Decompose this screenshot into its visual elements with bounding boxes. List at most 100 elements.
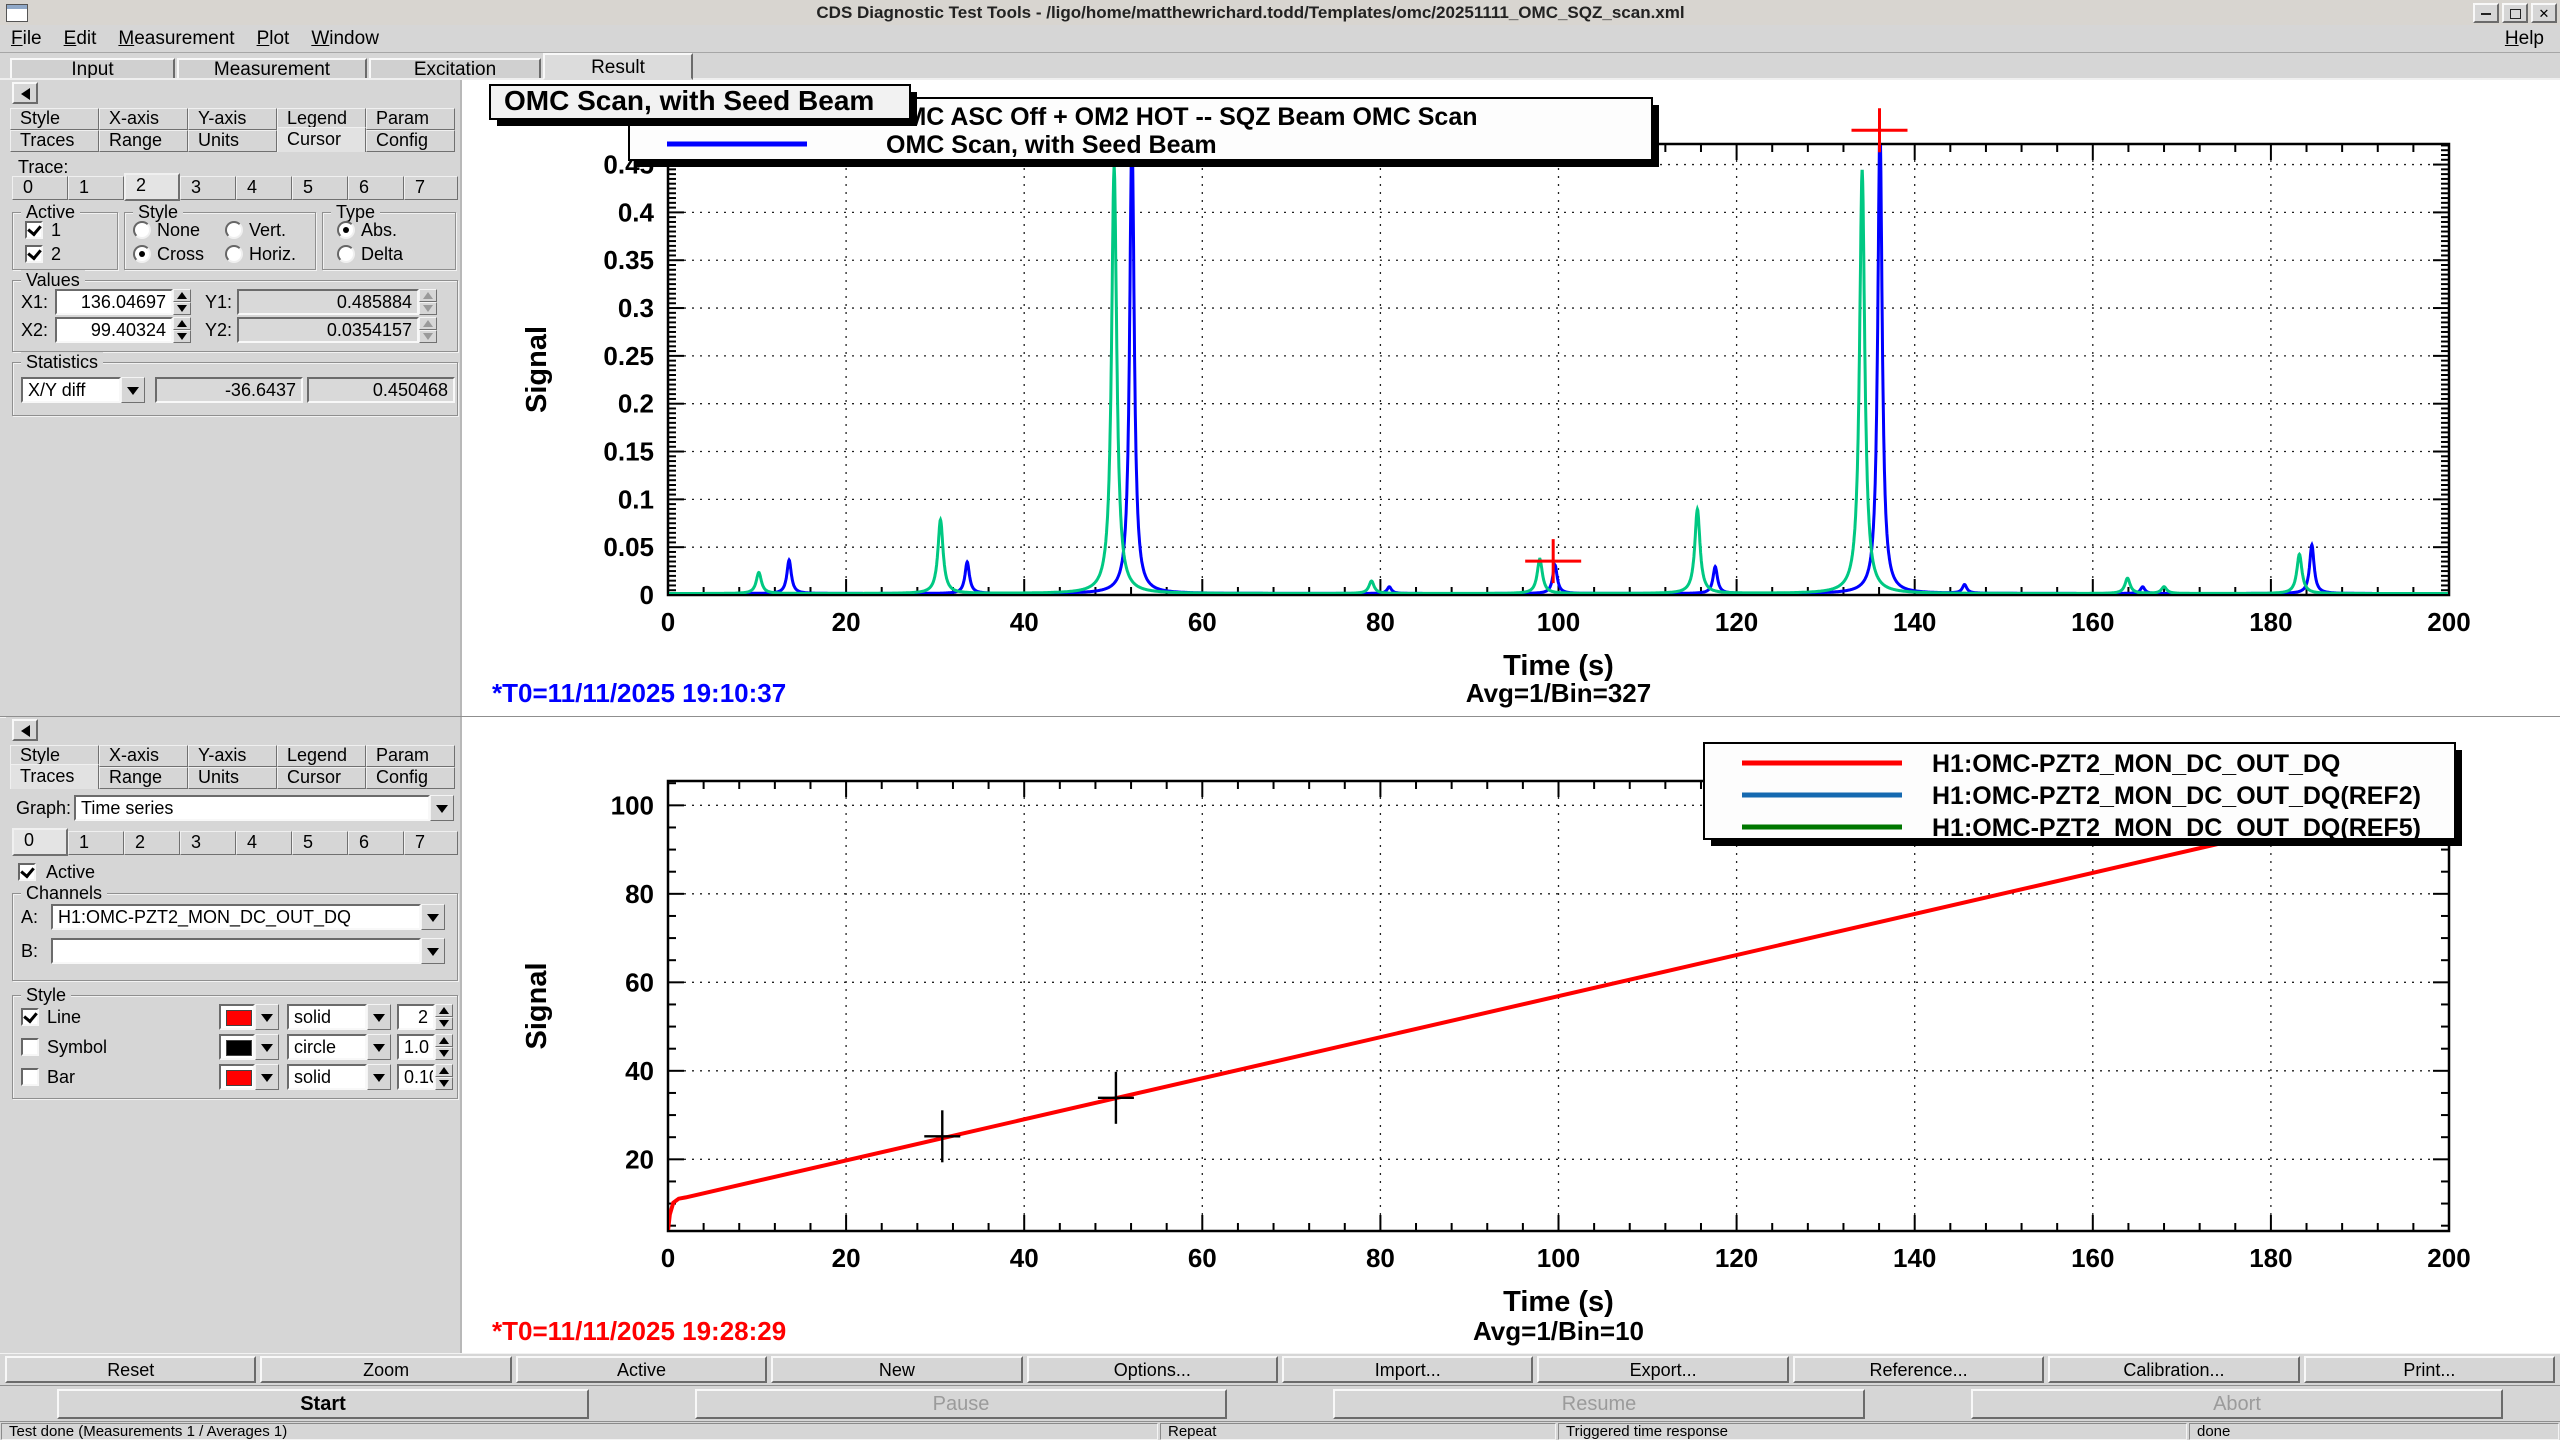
tab-cursor-bottom[interactable]: Cursor	[277, 767, 366, 789]
spin-down-icon[interactable]	[435, 1017, 453, 1030]
spin-up-icon[interactable]	[173, 317, 191, 330]
x2-spinner[interactable]	[173, 317, 191, 343]
trace-0[interactable]: 0	[12, 828, 68, 856]
line-color-select[interactable]	[219, 1004, 255, 1030]
statistics-mode-select[interactable]: X/Y diff	[21, 377, 121, 403]
cursor-active-1-checkbox[interactable]	[25, 221, 43, 239]
x2-input[interactable]: 99.40324	[55, 317, 173, 343]
trace-5[interactable]: 5	[292, 176, 348, 200]
menu-window[interactable]: Window	[300, 26, 390, 52]
trace-7[interactable]: 7	[404, 176, 458, 200]
export-button[interactable]: Export...	[1537, 1356, 1788, 1383]
x1-spinner[interactable]	[173, 289, 191, 315]
line-style-select[interactable]: solid	[287, 1004, 367, 1030]
dropdown-arrow-icon[interactable]	[421, 938, 445, 964]
tab-input[interactable]: Input	[10, 58, 175, 80]
import-button[interactable]: Import...	[1282, 1356, 1533, 1383]
trace-3[interactable]: 3	[180, 831, 236, 855]
active-button[interactable]: Active	[516, 1356, 767, 1383]
bar-color-select[interactable]	[219, 1064, 255, 1090]
collapse-panel-button[interactable]	[12, 719, 38, 741]
dropdown-arrow-icon[interactable]	[367, 1064, 391, 1090]
style-vert-radio[interactable]	[225, 221, 243, 239]
reset-button[interactable]: Reset	[5, 1356, 256, 1383]
spin-up-icon[interactable]	[173, 289, 191, 302]
tab-param-top[interactable]: Param	[366, 108, 455, 130]
cursor-active-2-checkbox[interactable]	[25, 245, 43, 263]
bar-width-spinner[interactable]	[435, 1064, 453, 1090]
tab-range-bottom[interactable]: Range	[99, 767, 188, 789]
dropdown-arrow-icon[interactable]	[255, 1034, 279, 1060]
symbol-size-spinner[interactable]	[435, 1034, 453, 1060]
graph-type-select[interactable]: Time series	[74, 795, 430, 821]
channel-b-select[interactable]	[51, 938, 421, 964]
tab-yaxis-bottom[interactable]: Y-axis	[188, 745, 277, 767]
pzt2-monitor-plot[interactable]: 02040608010012014016018020020406080100Si…	[462, 717, 2560, 1354]
tab-excitation[interactable]: Excitation	[369, 58, 541, 80]
symbol-checkbox[interactable]	[21, 1038, 39, 1056]
symbol-style-select[interactable]: circle	[287, 1034, 367, 1060]
dropdown-arrow-icon[interactable]	[421, 904, 445, 930]
dropdown-arrow-icon[interactable]	[121, 377, 145, 403]
trace-2[interactable]: 2	[124, 173, 180, 201]
trace-active-checkbox[interactable]	[18, 863, 36, 881]
channel-a-select[interactable]: H1:OMC-PZT2_MON_DC_OUT_DQ	[51, 904, 421, 930]
tab-xaxis-top[interactable]: X-axis	[99, 108, 188, 130]
line-width-input[interactable]: 2	[397, 1004, 435, 1030]
line-width-spinner[interactable]	[435, 1004, 453, 1030]
collapse-panel-button[interactable]	[12, 82, 38, 104]
bar-checkbox[interactable]	[21, 1068, 39, 1086]
spin-up-icon[interactable]	[435, 1034, 453, 1047]
trace-6[interactable]: 6	[348, 831, 404, 855]
trace-1[interactable]: 1	[68, 176, 124, 200]
bar-style-select[interactable]: solid	[287, 1064, 367, 1090]
new-button[interactable]: New	[771, 1356, 1022, 1383]
tab-style-top[interactable]: Style	[10, 108, 99, 130]
omc-scan-plot[interactable]: 02040608010012014016018020000.050.10.150…	[462, 80, 2560, 716]
spin-up-icon[interactable]	[435, 1064, 453, 1077]
style-none-radio[interactable]	[133, 221, 151, 239]
print-button[interactable]: Print...	[2304, 1356, 2555, 1383]
trace-0[interactable]: 0	[12, 176, 68, 200]
tab-units-bottom[interactable]: Units	[188, 767, 277, 789]
minimize-button[interactable]	[2473, 3, 2499, 23]
zoom-button[interactable]: Zoom	[260, 1356, 511, 1383]
type-delta-radio[interactable]	[337, 245, 355, 263]
trace-3[interactable]: 3	[180, 176, 236, 200]
spin-down-icon[interactable]	[435, 1077, 453, 1090]
options-button[interactable]: Options...	[1027, 1356, 1278, 1383]
dropdown-arrow-icon[interactable]	[367, 1004, 391, 1030]
menu-help[interactable]: Help	[2489, 26, 2560, 52]
trace-4[interactable]: 4	[236, 831, 292, 855]
reference-button[interactable]: Reference...	[1793, 1356, 2044, 1383]
symbol-color-select[interactable]	[219, 1034, 255, 1060]
symbol-size-input[interactable]: 1.0	[397, 1034, 435, 1060]
tab-traces-top[interactable]: Traces	[10, 130, 99, 152]
maximize-button[interactable]	[2502, 3, 2528, 23]
dropdown-arrow-icon[interactable]	[255, 1064, 279, 1090]
spin-down-icon[interactable]	[173, 302, 191, 315]
trace-2[interactable]: 2	[124, 831, 180, 855]
trace-6[interactable]: 6	[348, 176, 404, 200]
dropdown-arrow-icon[interactable]	[255, 1004, 279, 1030]
tab-legend-bottom[interactable]: Legend	[277, 745, 366, 767]
tab-config-top[interactable]: Config	[366, 130, 455, 152]
line-checkbox[interactable]	[21, 1008, 39, 1026]
start-button[interactable]: Start	[57, 1389, 589, 1419]
tab-xaxis-bottom[interactable]: X-axis	[99, 745, 188, 767]
tab-result[interactable]: Result	[543, 53, 693, 80]
tab-traces-bottom[interactable]: Traces	[10, 764, 99, 789]
trace-1[interactable]: 1	[68, 831, 124, 855]
menu-edit[interactable]: Edit	[53, 26, 108, 52]
menu-plot[interactable]: Plot	[246, 26, 301, 52]
dropdown-arrow-icon[interactable]	[430, 795, 454, 821]
calibration-button[interactable]: Calibration...	[2048, 1356, 2299, 1383]
tab-param-bottom[interactable]: Param	[366, 745, 455, 767]
style-horiz-radio[interactable]	[225, 245, 243, 263]
dropdown-arrow-icon[interactable]	[367, 1034, 391, 1060]
spin-down-icon[interactable]	[435, 1047, 453, 1060]
tab-yaxis-top[interactable]: Y-axis	[188, 108, 277, 130]
close-button[interactable]: ✕	[2531, 3, 2557, 23]
x1-input[interactable]: 136.04697	[55, 289, 173, 315]
type-abs-radio[interactable]	[337, 221, 355, 239]
